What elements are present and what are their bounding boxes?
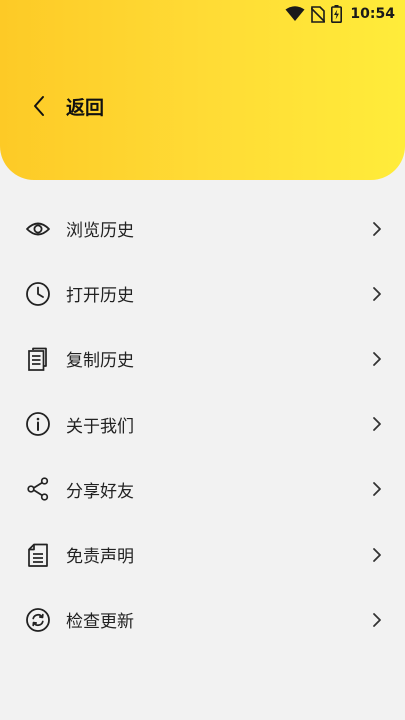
menu-item-label: 分享好友	[66, 481, 134, 502]
share-icon	[25, 476, 51, 502]
info-icon	[25, 411, 51, 437]
clock-icon	[25, 281, 51, 307]
menu-item-share-friends[interactable]: 分享好友	[0, 457, 405, 522]
back-button[interactable]: 返回	[32, 88, 104, 124]
menu-item-label: 检查更新	[66, 612, 134, 633]
chevron-right-icon	[371, 547, 383, 563]
menu-item-label: 打开历史	[66, 286, 134, 307]
chevron-right-icon	[371, 286, 383, 302]
back-label: 返回	[66, 96, 105, 119]
disclaimer-document-icon	[25, 542, 51, 568]
chevron-right-icon	[371, 416, 383, 432]
battery-charging-icon	[331, 5, 343, 23]
no-sim-icon	[311, 5, 326, 23]
menu-item-browse-history[interactable]: 浏览历史	[0, 196, 405, 261]
eye-icon	[25, 216, 51, 242]
header-banner: 10:54 返回	[0, 0, 405, 180]
chevron-right-icon	[371, 481, 383, 497]
chevron-right-icon	[371, 612, 383, 628]
menu-item-disclaimer[interactable]: 免责声明	[0, 522, 405, 587]
chevron-left-icon[interactable]	[32, 95, 46, 117]
chevron-right-icon	[371, 351, 383, 367]
status-time: 10:54	[350, 6, 395, 22]
settings-screen: 10:54 返回 浏览历史 打开历史 复制历史 关于我们 分享好友 免责声明 检…	[0, 0, 405, 720]
chevron-right-icon	[371, 221, 383, 237]
refresh-icon	[25, 607, 51, 633]
menu-item-check-update[interactable]: 检查更新	[0, 587, 405, 652]
menu-item-about-us[interactable]: 关于我们	[0, 392, 405, 457]
menu-item-copy-history[interactable]: 复制历史	[0, 326, 405, 391]
menu-item-label: 复制历史	[66, 351, 134, 372]
menu-item-label: 关于我们	[66, 416, 134, 437]
status-bar: 10:54	[285, 0, 405, 28]
wifi-icon	[285, 6, 305, 22]
menu-item-open-history[interactable]: 打开历史	[0, 261, 405, 326]
menu-item-label: 免责声明	[66, 547, 134, 568]
menu-list: 浏览历史 打开历史 复制历史 关于我们 分享好友 免责声明 检查更新	[0, 196, 405, 652]
menu-item-label: 浏览历史	[66, 221, 134, 242]
copy-document-icon	[25, 346, 51, 372]
